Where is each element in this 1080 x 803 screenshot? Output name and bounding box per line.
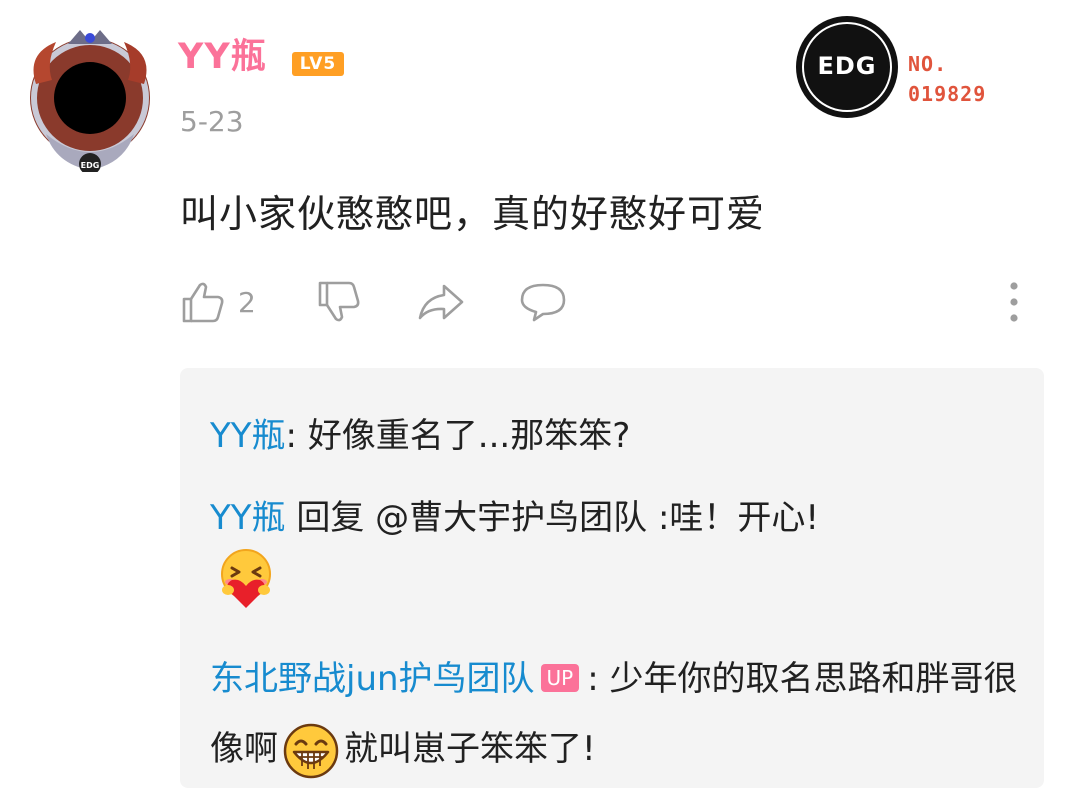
thumbs-up-icon xyxy=(182,282,224,323)
fan-number-label: NO. xyxy=(908,52,948,76)
reply-icon xyxy=(520,283,566,322)
post-date: 5-23 xyxy=(180,105,244,138)
level-badge: LV5 xyxy=(292,52,344,76)
reply-button[interactable] xyxy=(518,280,568,324)
avatar-photo xyxy=(54,62,126,134)
grin-emoji xyxy=(283,723,339,778)
like-button[interactable]: 2 xyxy=(180,280,256,324)
svg-text:EDG: EDG xyxy=(81,161,100,170)
reply-author-name[interactable]: YY瓶 xyxy=(210,416,286,456)
fan-medal-logo: EDG xyxy=(817,52,877,80)
author-name[interactable]: YY瓶 xyxy=(178,40,267,75)
more-options-button[interactable] xyxy=(1004,280,1024,324)
reply-text: 好像重名了...那笨笨? xyxy=(307,416,631,456)
reply-item[interactable]: YY瓶: 好像重名了...那笨笨? xyxy=(210,416,1024,457)
reply-item[interactable]: 东北野战jun护鸟团队 UP: 少年你的取名思路和胖哥很像啊 就叫崽子笨笨了! xyxy=(210,644,1024,784)
like-count: 2 xyxy=(238,285,256,319)
fan-medal-badge[interactable]: EDG xyxy=(796,16,898,118)
reply-text-continued: 就叫崽子笨笨了! xyxy=(344,729,596,769)
reply-separator: : xyxy=(285,416,308,456)
reply-text: 回复 @曹大宇护鸟团队 :哇！开心! xyxy=(285,498,820,538)
more-icon xyxy=(1010,282,1018,322)
dislike-button[interactable] xyxy=(316,280,362,324)
share-icon xyxy=(418,284,464,320)
up-badge: UP xyxy=(540,663,580,692)
comment-text: 叫小家伙憨憨吧，真的好憨好可爱 xyxy=(180,192,766,236)
hug-emoji xyxy=(221,549,271,608)
share-button[interactable] xyxy=(416,280,466,324)
reply-item[interactable]: YY瓶 回复 @曹大宇护鸟团队 :哇！开心! xyxy=(210,498,1024,539)
reply-author-name[interactable]: YY瓶 xyxy=(210,498,286,538)
avatar[interactable]: EDG xyxy=(16,24,164,172)
reply-author-name[interactable]: 东北野战jun护鸟团队 xyxy=(210,659,535,699)
fan-number: 019829 xyxy=(908,82,987,106)
thumbs-down-icon xyxy=(318,281,360,322)
replies-panel[interactable]: YY瓶: 好像重名了...那笨笨? YY瓶 回复 @曹大宇护鸟团队 :哇！开心!… xyxy=(180,368,1044,788)
